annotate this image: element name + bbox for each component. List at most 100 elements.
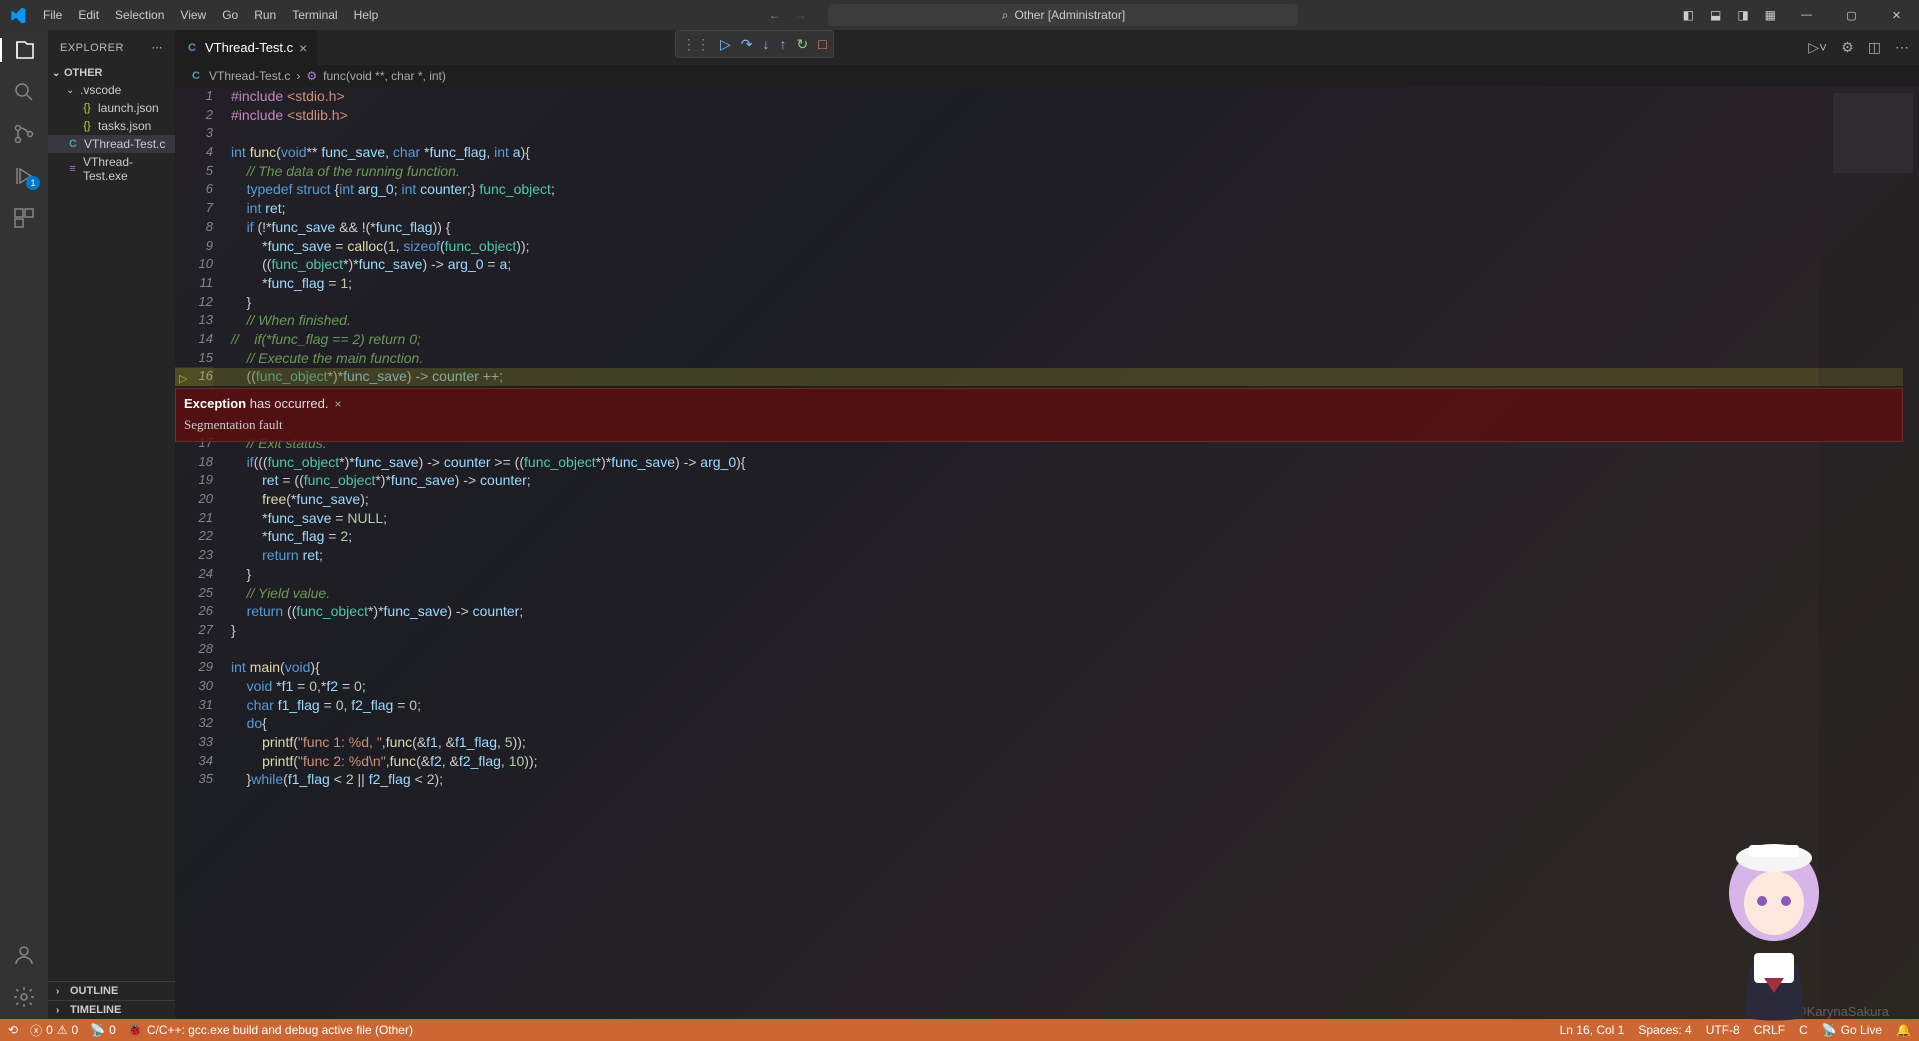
status-golive[interactable]: 📡 Go Live — [1822, 1023, 1882, 1037]
menu-run[interactable]: Run — [246, 4, 284, 26]
layout-right-icon[interactable]: ◨ — [1737, 8, 1748, 22]
sidebar-more-icon[interactable]: ⋯ — [152, 41, 164, 54]
code-line-34[interactable]: printf("func 2: %d\n",func(&f2, &f2_flag… — [231, 752, 1919, 771]
minimize-button[interactable]: ― — [1784, 0, 1829, 30]
code-line-24[interactable]: } — [231, 565, 1919, 584]
code-line-13[interactable]: // When finished. — [231, 311, 1919, 330]
layout-bottom-icon[interactable]: ⬓ — [1710, 8, 1721, 22]
layout-left-icon[interactable]: ◧ — [1683, 8, 1694, 22]
exception-banner: Exception has occurred.×Segmentation fau… — [175, 388, 1903, 441]
command-center[interactable]: ⌕ Other [Administrator] — [828, 4, 1298, 26]
breadcrumb[interactable]: C VThread-Test.c › ⚙ func(void **, char … — [175, 65, 1919, 87]
code-line-32[interactable]: do{ — [231, 714, 1919, 733]
status-language[interactable]: C — [1799, 1023, 1808, 1037]
menu-file[interactable]: File — [35, 4, 70, 26]
code-line-21[interactable]: *func_save = NULL; — [231, 509, 1919, 528]
activity-scm[interactable] — [12, 122, 36, 146]
code-line-1[interactable]: #include <stdio.h> — [231, 87, 1919, 106]
file-tasks.json[interactable]: {}tasks.json — [48, 117, 175, 135]
status-encoding[interactable]: UTF-8 — [1706, 1023, 1740, 1037]
menu-help[interactable]: Help — [346, 4, 387, 26]
code-line-9[interactable]: *func_save = calloc(1, sizeof(func_objec… — [231, 237, 1919, 256]
code-line-15[interactable]: // Execute the main function. — [231, 349, 1919, 368]
sidebar-outline[interactable]: ›OUTLINE — [48, 981, 175, 1000]
code-line-25[interactable]: // Yield value. — [231, 584, 1919, 603]
code-line-29[interactable]: int main(void){ — [231, 658, 1919, 677]
code-line-18[interactable]: if(((func_object*)*func_save) -> counter… — [231, 453, 1919, 472]
debug-step-over-icon[interactable]: ↷ — [741, 36, 753, 53]
code-line-14[interactable]: // if(*func_flag == 2) return 0; — [231, 330, 1919, 349]
more-actions-icon[interactable]: ⋯ — [1895, 39, 1909, 56]
code-line-20[interactable]: free(*func_save); — [231, 490, 1919, 509]
nav-back-icon[interactable]: ← — [768, 8, 780, 22]
code-line-19[interactable]: ret = ((func_object*)*func_save) -> coun… — [231, 471, 1919, 490]
menu-go[interactable]: Go — [214, 4, 246, 26]
exception-close-icon[interactable]: × — [335, 397, 342, 411]
code-line-6[interactable]: typedef struct {int arg_0; int counter;}… — [231, 180, 1919, 199]
code-line-23[interactable]: return ret; — [231, 546, 1919, 565]
nav-forward-icon[interactable]: → — [794, 8, 806, 22]
activity-extensions[interactable] — [12, 206, 36, 230]
code-line-35[interactable]: }while(f1_flag < 2 || f2_flag < 2); — [231, 770, 1919, 789]
run-config-icon[interactable]: ▷˅ — [1808, 39, 1827, 56]
debug-step-out-icon[interactable]: ↑ — [780, 36, 787, 52]
activity-explorer[interactable] — [0, 38, 48, 62]
code-line-3[interactable] — [231, 124, 1919, 143]
code-editor[interactable]: 1234567891011121314151617181920212223242… — [175, 87, 1919, 1019]
debug-step-into-icon[interactable]: ↓ — [763, 36, 770, 52]
sidebar-root[interactable]: ⌄OTHER — [48, 65, 175, 81]
status-cursor[interactable]: Ln 16, Col 1 — [1560, 1023, 1625, 1037]
activity-account-icon[interactable] — [12, 943, 36, 967]
code-line-2[interactable]: #include <stdlib.h> — [231, 106, 1919, 125]
maximize-button[interactable]: ▢ — [1829, 0, 1874, 30]
code-line-5[interactable]: // The data of the running function. — [231, 162, 1919, 181]
debug-drag-icon[interactable]: ⋮⋮ — [682, 36, 710, 53]
settings-icon[interactable]: ⚙ — [1841, 39, 1854, 56]
code-line-31[interactable]: char f1_flag = 0, f2_flag = 0; — [231, 696, 1919, 715]
status-spaces[interactable]: Spaces: 4 — [1638, 1023, 1691, 1037]
activity-debug[interactable] — [12, 164, 36, 188]
split-editor-icon[interactable]: ◫ — [1868, 39, 1881, 56]
menu-edit[interactable]: Edit — [70, 4, 107, 26]
status-ports[interactable]: 📡 0 — [90, 1023, 116, 1037]
code-line-28[interactable] — [231, 640, 1919, 659]
activity-search[interactable] — [12, 80, 36, 104]
code-line-26[interactable]: return ((func_object*)*func_save) -> cou… — [231, 602, 1919, 621]
code-line-27[interactable]: } — [231, 621, 1919, 640]
status-eol[interactable]: CRLF — [1754, 1023, 1785, 1037]
folder-vscode[interactable]: ⌄.vscode — [48, 81, 175, 99]
code-line-4[interactable]: int func(void** func_save, char *func_fl… — [231, 143, 1919, 162]
code-line-10[interactable]: ((func_object*)*func_save) -> arg_0 = a; — [231, 255, 1919, 274]
code-line-22[interactable]: *func_flag = 2; — [231, 527, 1919, 546]
mascot-image — [1694, 823, 1854, 1023]
code-line-8[interactable]: if (!*func_save && !(*func_flag)) { — [231, 218, 1919, 237]
activity-settings-icon[interactable] — [12, 985, 36, 1009]
status-bell-icon[interactable]: 🔔 — [1896, 1023, 1911, 1037]
code-line-11[interactable]: *func_flag = 1; — [231, 274, 1919, 293]
file-VThread-Test.exe[interactable]: ≡VThread-Test.exe — [48, 153, 175, 185]
code-line-7[interactable]: int ret; — [231, 199, 1919, 218]
status-errors[interactable]: ⓧ 0 ⚠ 0 — [30, 1022, 78, 1039]
tab-active[interactable]: C VThread-Test.c × — [175, 30, 318, 65]
debug-restart-icon[interactable]: ↻ — [797, 36, 809, 53]
code-line-12[interactable]: } — [231, 293, 1919, 312]
file-launch.json[interactable]: {}launch.json — [48, 99, 175, 117]
menu-terminal[interactable]: Terminal — [284, 4, 345, 26]
debug-stop-icon[interactable]: □ — [818, 36, 826, 52]
debug-toolbar[interactable]: ⋮⋮ ▷ ↷ ↓ ↑ ↻ □ — [675, 30, 834, 58]
file-VThread-Test.c[interactable]: CVThread-Test.c — [48, 135, 175, 153]
status-debug-task[interactable]: 🐞 C/C++: gcc.exe build and debug active … — [128, 1023, 413, 1037]
remote-icon[interactable]: ⟲ — [8, 1023, 18, 1037]
code-line-30[interactable]: void *f1 = 0,*f2 = 0; — [231, 677, 1919, 696]
menu-view[interactable]: View — [172, 4, 214, 26]
menu-bar: FileEditSelectionViewGoRunTerminalHelp — [35, 4, 386, 26]
code-line-33[interactable]: printf("func 1: %d, ",func(&f1, &f1_flag… — [231, 733, 1919, 752]
debug-continue-icon[interactable]: ▷ — [720, 36, 731, 53]
layout-custom-icon[interactable]: ▦ — [1765, 8, 1776, 22]
sidebar-timeline[interactable]: ›TIMELINE — [48, 1000, 175, 1019]
tab-label: VThread-Test.c — [205, 40, 293, 55]
breakpoint-indicator-icon[interactable]: ▷ — [179, 370, 187, 389]
close-button[interactable]: ✕ — [1874, 0, 1919, 30]
menu-selection[interactable]: Selection — [107, 4, 172, 26]
tab-close-icon[interactable]: × — [299, 40, 307, 56]
